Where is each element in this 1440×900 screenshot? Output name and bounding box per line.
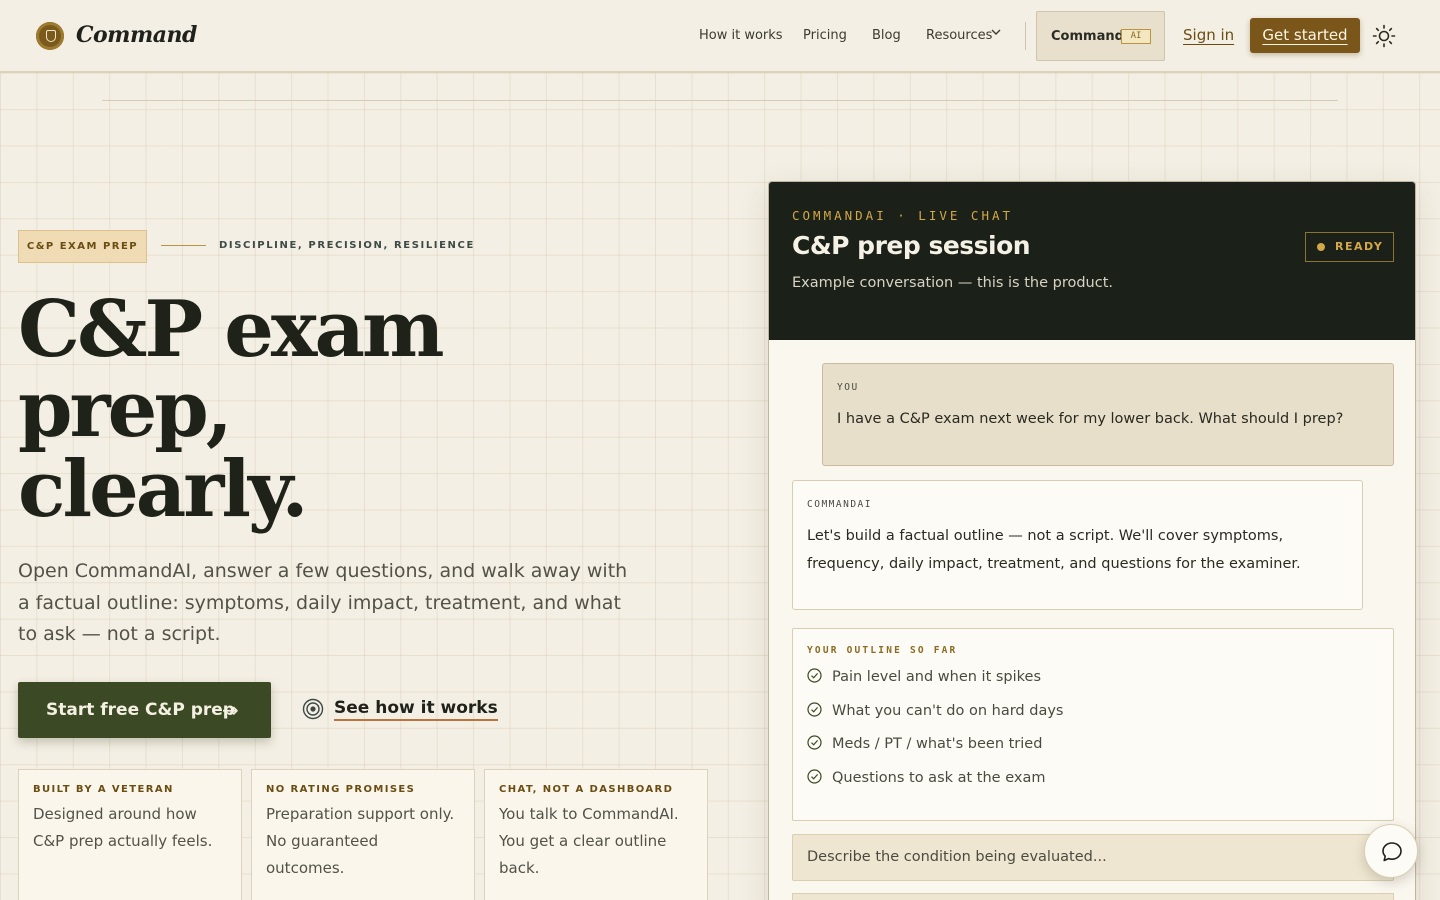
- user-message: YOU I have a C&P exam next week for my l…: [822, 363, 1394, 466]
- hero-title-line: C&P exam: [18, 284, 445, 375]
- outline-item: Pain level and when it spikes: [807, 666, 1379, 700]
- feature-title: BUILT BY A VETERAN: [33, 784, 174, 795]
- site-header: Command How it works Pricing Blog Resour…: [0, 0, 1440, 73]
- chat-kicker: COMMANDAI · LIVE CHAT: [792, 208, 1014, 223]
- outline-item: Questions to ask at the exam: [807, 767, 1379, 801]
- check-circle-icon: [807, 668, 822, 683]
- hero-title: C&P exam prep, clearly.: [18, 290, 638, 530]
- chat-title: C&P prep session: [792, 231, 1031, 260]
- nav-link-blog[interactable]: Blog: [872, 28, 901, 43]
- outline-item: What you can't do on hard days: [807, 700, 1379, 734]
- outline-item-text: Questions to ask at the exam: [832, 769, 1046, 786]
- chat-demo-panel: COMMANDAI · LIVE CHAT C&P prep session E…: [768, 181, 1416, 900]
- outline-label: YOUR OUTLINE SO FAR: [807, 645, 958, 656]
- brand-name[interactable]: Command: [76, 22, 197, 48]
- outline-item: Meds / PT / what's been tried: [807, 733, 1379, 767]
- feature-title: NO RATING PROMISES: [266, 784, 416, 795]
- status-badge: READY: [1305, 232, 1394, 262]
- feature-title: CHAT, NOT A DASHBOARD: [499, 784, 674, 795]
- outline-card: YOUR OUTLINE SO FAR Pain level and when …: [792, 628, 1394, 821]
- nav-link-resources[interactable]: Resources: [926, 28, 992, 43]
- status-dot-icon: [1317, 243, 1325, 251]
- check-circle-icon: [807, 768, 822, 784]
- feature-card: BUILT BY A VETERAN Designed around how C…: [18, 769, 242, 900]
- message-sender: YOU: [837, 382, 859, 393]
- outline-item-text: Pain level and when it spikes: [832, 669, 1042, 685]
- start-prep-label: Start free C&P prep: [46, 700, 235, 720]
- check-circle-icon: [807, 701, 822, 717]
- chat-panel-header: COMMANDAI · LIVE CHAT C&P prep session E…: [769, 182, 1415, 340]
- nav-divider: [1025, 22, 1026, 50]
- nav-link-pricing[interactable]: Pricing: [803, 28, 847, 43]
- decorative-rule: [102, 100, 1338, 101]
- status-label: READY: [1335, 240, 1384, 253]
- feature-card: CHAT, NOT A DASHBOARD You talk to Comman…: [484, 769, 708, 900]
- get-started-button[interactable]: Get started: [1250, 18, 1360, 53]
- message-sender: COMMANDAI: [807, 499, 872, 510]
- outline-item-text: Meds / PT / what's been tried: [832, 736, 1043, 752]
- feature-body: Preparation support only. No guaranteed …: [266, 805, 455, 877]
- command-ai-button[interactable]: Command AI: [1036, 11, 1165, 61]
- ai-badge: AI: [1121, 29, 1151, 44]
- chevron-down-icon[interactable]: [990, 26, 1002, 38]
- target-icon: [302, 698, 324, 720]
- arrow-right-icon: →: [222, 698, 239, 722]
- logo-shield-icon[interactable]: [36, 22, 64, 50]
- feature-body: You talk to CommandAI. You get a clear o…: [499, 805, 679, 877]
- outline-item-text: What you can't do on hard days: [832, 702, 1064, 719]
- see-how-it-works-link[interactable]: See how it works: [334, 698, 498, 721]
- eyebrow-divider: [161, 245, 206, 246]
- chat-composer[interactable]: [792, 893, 1394, 900]
- hero-title-line: clearly.: [18, 444, 309, 535]
- chat-bubble-icon: [1382, 842, 1402, 862]
- feature-body: Designed around how C&P prep actually fe…: [33, 805, 213, 850]
- hero-title-line: prep,: [18, 364, 233, 455]
- message-text: I have a C&P exam next week for my lower…: [837, 411, 1344, 427]
- eyebrow-tagline: DISCIPLINE, PRECISION, RESILIENCE: [219, 240, 475, 251]
- hero-subtitle: Open CommandAI, answer a few questions, …: [18, 560, 628, 645]
- exam-prep-tag: C&P EXAM PREP: [18, 230, 147, 263]
- ai-message: COMMANDAI Let's build a factual outline …: [792, 480, 1363, 610]
- sign-in-link[interactable]: Sign in: [1183, 26, 1234, 44]
- check-circle-icon: [807, 735, 822, 750]
- message-text: Let's build a factual outline — not a sc…: [807, 528, 1301, 572]
- chat-launcher-button[interactable]: [1364, 824, 1418, 878]
- nav-link-how-it-works[interactable]: How it works: [699, 28, 783, 43]
- sun-icon[interactable]: [1372, 24, 1396, 48]
- chat-description: Example conversation — this is the produ…: [792, 275, 1113, 291]
- condition-input[interactable]: Describe the condition being evaluated..…: [792, 834, 1394, 881]
- feature-card: NO RATING PROMISES Preparation support o…: [251, 769, 475, 900]
- start-prep-button[interactable]: Start free C&P prep →: [18, 682, 271, 738]
- command-label: Command: [1051, 29, 1124, 44]
